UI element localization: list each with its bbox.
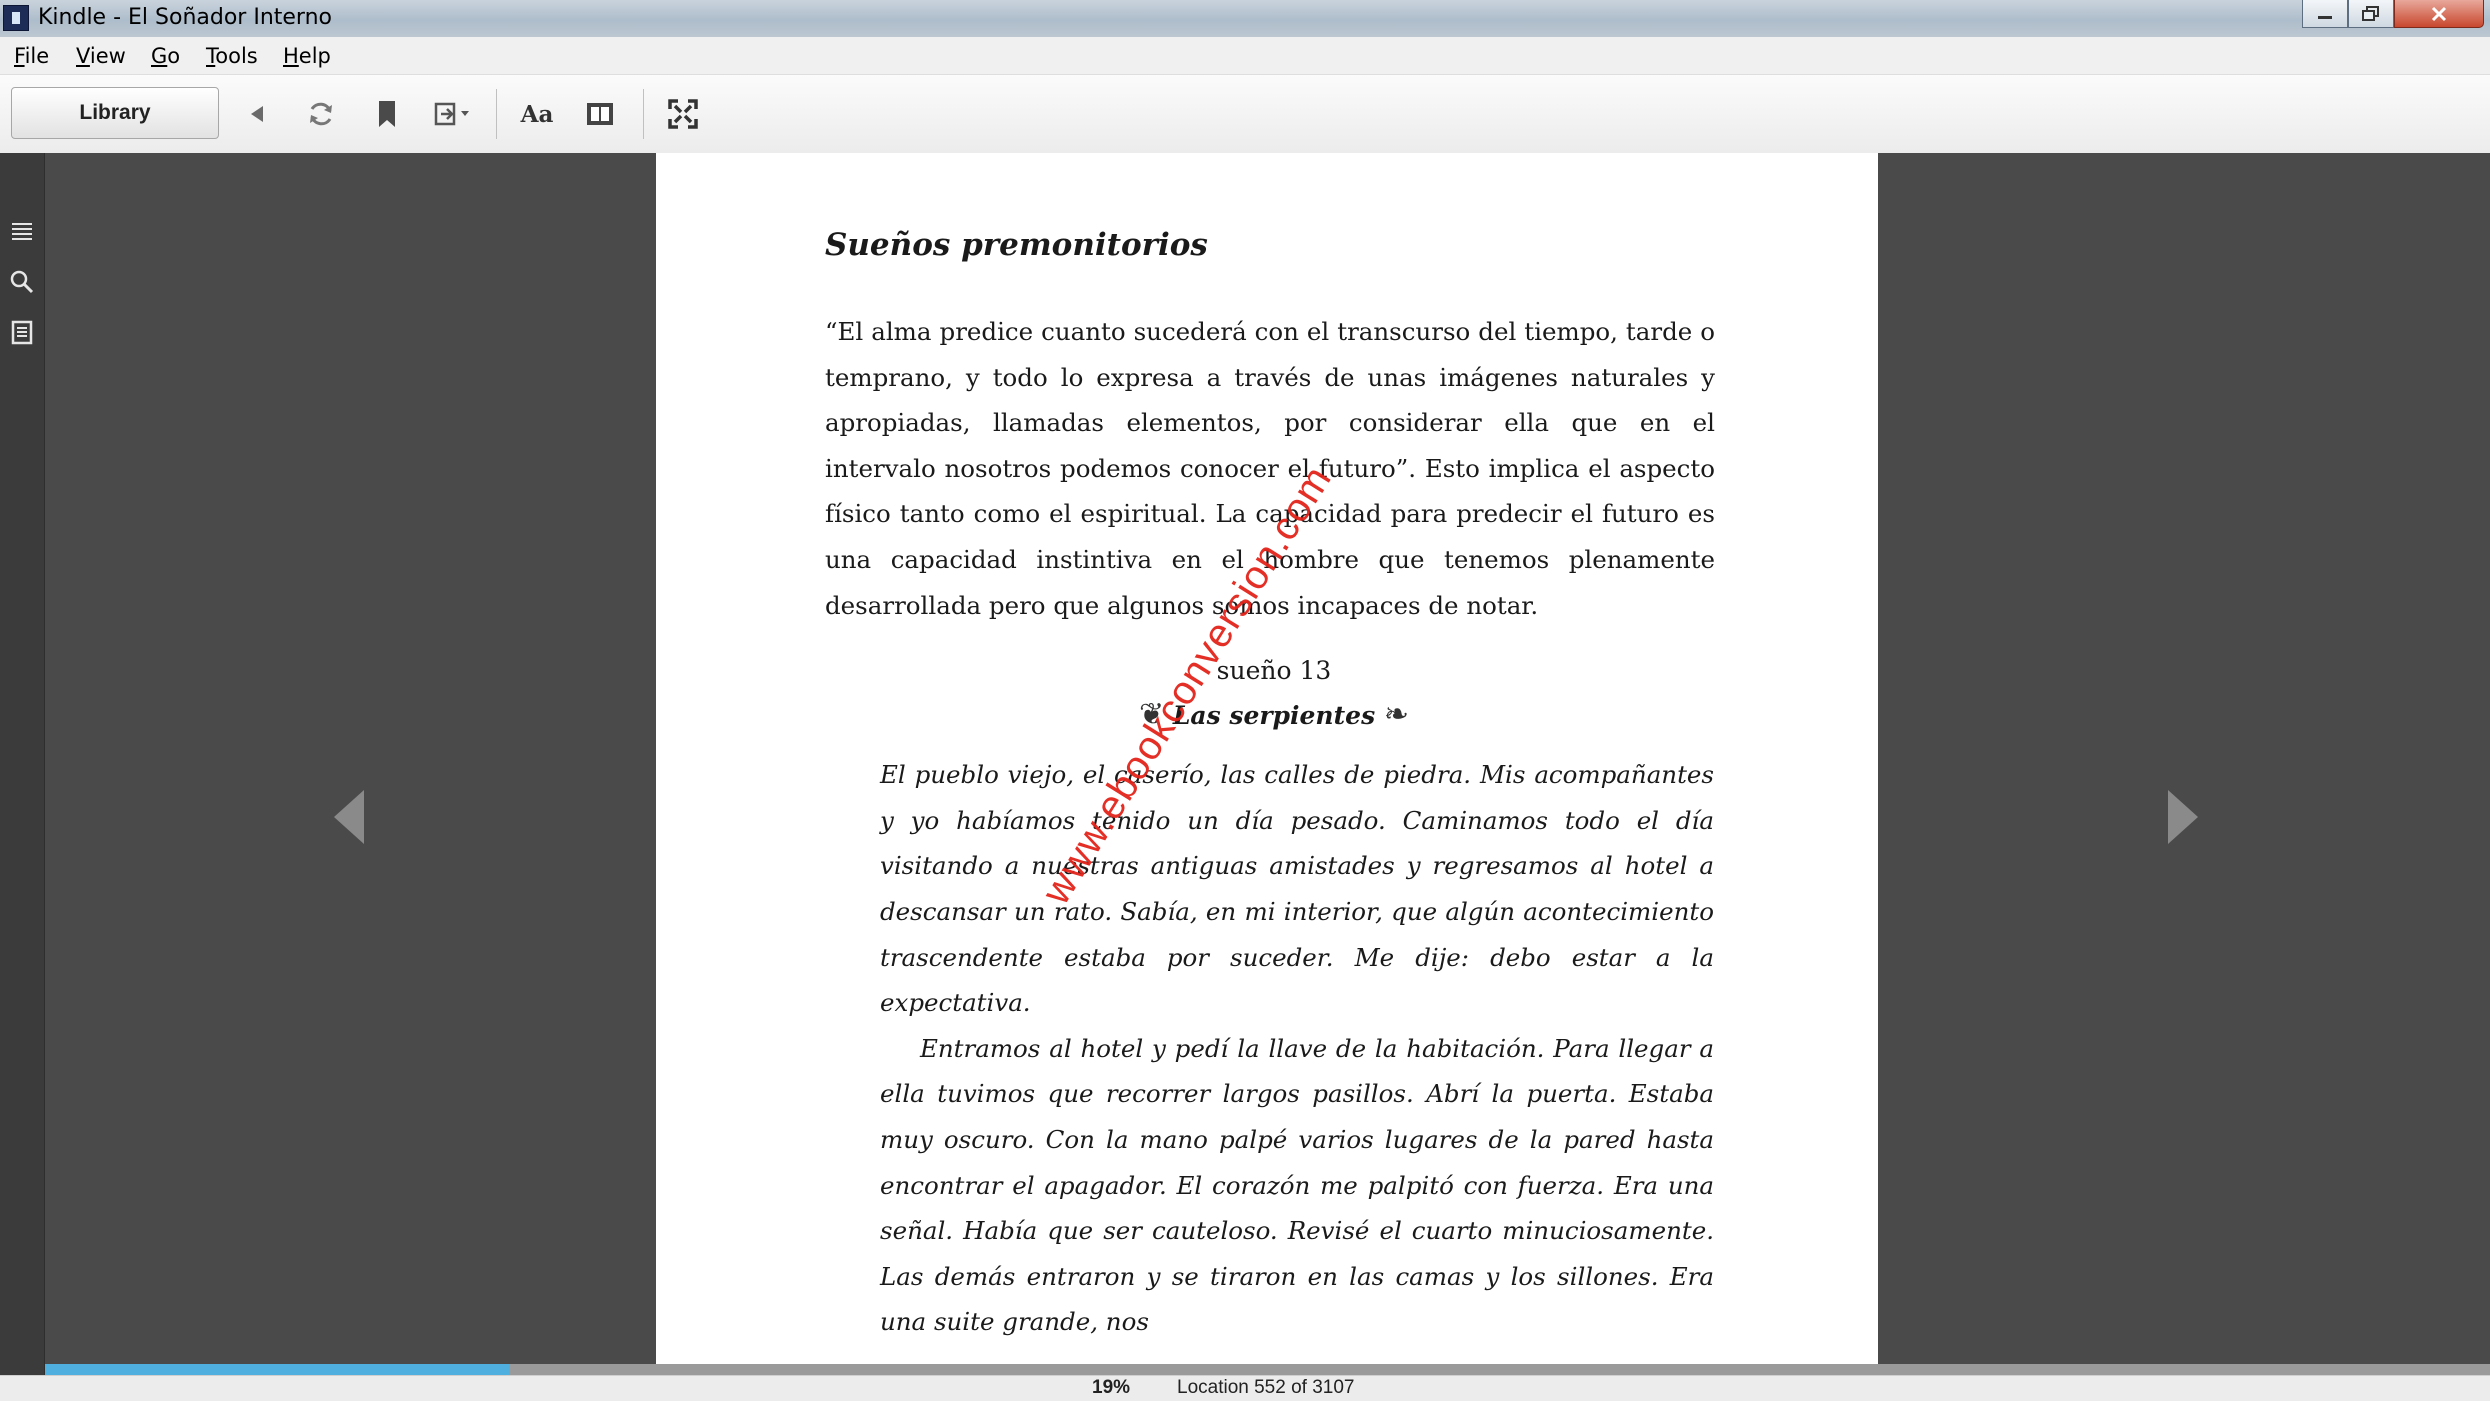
toolbar: Library Aa [0,75,2490,154]
menu-view[interactable]: View [76,44,126,68]
dream-number: sueño 13 [1216,656,1332,686]
maximize-button[interactable] [2348,0,2394,28]
dream-heading: ❦ Las serpientes ❧ [825,692,1715,738]
book-page: Sueños premonitorios “El alma predice cu… [656,153,1878,1375]
fullscreen-icon[interactable] [664,95,702,133]
menu-bar: File View Go Tools Help [0,37,2490,75]
location-readout: Location 552 of 3107 [1177,1377,1355,1398]
dream-paragraph: El pueblo viejo, el caserío, las calles … [880,760,1714,1018]
dream-title: Las serpientes [1172,701,1376,731]
search-icon[interactable] [8,268,36,296]
toolbar-separator [496,89,497,139]
minimize-icon [2318,15,2332,19]
dream-text: El pueblo viejo, el caserío, las calles … [880,752,1714,1345]
back-arrow-icon[interactable] [240,95,274,133]
window-controls [2302,0,2484,28]
previous-page-arrow[interactable] [334,790,364,844]
ornament-right-icon: ❧ [1383,697,1409,733]
bookmark-icon[interactable] [370,95,404,133]
restore-icon [2362,5,2379,21]
menu-tools[interactable]: Tools [206,44,258,68]
page-content: Sueños premonitorios “El alma predice cu… [825,227,1715,1345]
close-icon [2431,6,2447,21]
reading-progress-bar[interactable] [45,1364,2490,1375]
minimize-button[interactable] [2302,0,2348,28]
reading-progress-fill [45,1364,510,1375]
title-bar: Kindle - El Soñador Interno [0,0,2490,37]
progress-percent: 19% [1092,1377,1131,1398]
font-size-icon[interactable]: Aa [517,95,557,133]
library-button[interactable]: Library [11,87,219,139]
menu-go[interactable]: Go [151,44,180,68]
chapter-title: Sueños premonitorios [825,227,1208,263]
window-title: Kindle - El Soñador Interno [38,5,332,30]
reader-sidebar [0,153,45,1375]
next-page-arrow[interactable] [2168,790,2198,844]
kindle-app-icon [3,5,29,31]
notes-icon[interactable] [8,318,36,346]
menu-help[interactable]: Help [283,44,331,68]
menu-file[interactable]: File [14,44,49,68]
close-button[interactable] [2394,0,2484,28]
table-of-contents-icon[interactable] [8,218,36,246]
status-bar: 19% Location 552 of 3107 [0,1375,2490,1401]
dream-paragraph: Entramos al hotel y pedí la llave de la … [880,1033,1714,1337]
sync-icon[interactable] [303,95,339,133]
goto-icon[interactable] [432,95,476,133]
columns-icon[interactable] [582,95,618,133]
toolbar-separator [643,89,644,139]
